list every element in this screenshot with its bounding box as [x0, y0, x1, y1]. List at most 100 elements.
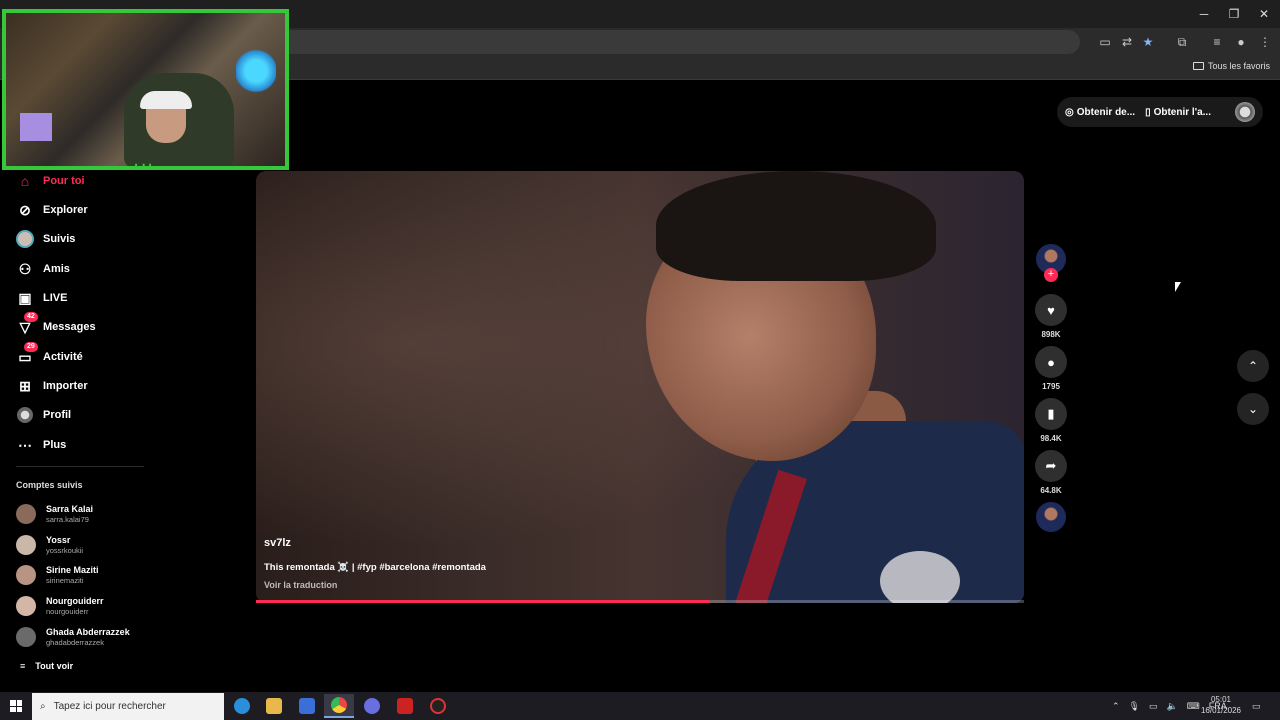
follow-plus-icon[interactable]: +	[1044, 268, 1058, 282]
taskbar-edge[interactable]	[227, 694, 257, 718]
following-avatar-icon	[16, 230, 34, 248]
compass-icon: ⊘	[19, 201, 31, 218]
search-icon: ⌕	[40, 701, 46, 712]
translate-icon[interactable]: ⇄	[1118, 33, 1136, 51]
nav-more[interactable]: ⋯ Plus	[16, 434, 66, 456]
bookmark-star-icon[interactable]: ★	[1139, 33, 1157, 51]
account-name: Ghada Abderrazzek	[46, 627, 130, 637]
notification-button[interactable]: ▭	[1252, 692, 1261, 720]
video-author[interactable]: sv7lz	[264, 537, 291, 549]
following-account[interactable]: Nourgouiderr nourgouiderr	[16, 594, 104, 618]
get-coins-label: Obtenir de...	[1076, 106, 1136, 118]
comment-button[interactable]: ●	[1035, 346, 1067, 378]
nav-messages[interactable]: ▽ 42 Messages	[16, 312, 96, 338]
save-count: 98.4K	[1040, 434, 1062, 443]
windows-logo-icon	[10, 700, 22, 712]
folder-icon	[1192, 62, 1204, 70]
previous-video-button[interactable]: ⌃	[1237, 350, 1269, 382]
messages-badge: 42	[24, 312, 38, 322]
activity-badge: 29	[24, 342, 38, 352]
comment-icon: ●	[1047, 354, 1055, 370]
cast-icon[interactable]: ▭	[1096, 33, 1114, 51]
next-video-button[interactable]: ⌄	[1237, 393, 1269, 425]
taskbar-chrome[interactable]	[324, 694, 354, 718]
nav-label: Importer	[43, 380, 88, 392]
nav-following[interactable]: Suivis	[16, 228, 75, 250]
nav-divider	[16, 466, 144, 467]
chrome-icon	[331, 697, 347, 713]
live-icon: ▣	[18, 289, 32, 306]
taskbar-app-record[interactable]	[423, 694, 453, 718]
taskbar-store[interactable]	[292, 694, 322, 718]
user-avatar[interactable]	[1235, 102, 1255, 122]
following-account[interactable]: Yossr yossrkoukii	[16, 533, 83, 557]
taskbar-search[interactable]: ⌕ Tapez ici pour rechercher	[32, 693, 224, 720]
translate-link[interactable]: Voir la traduction	[264, 580, 337, 590]
nav-activity[interactable]: ▭ 29 Activité	[16, 342, 83, 368]
account-username: ghadabderrazzek	[46, 638, 104, 647]
account-username: sarra.kalai79	[46, 515, 89, 524]
volume-icon[interactable]: 🔈	[1167, 701, 1178, 712]
following-account[interactable]: Sarra Kalai sarra.kalai79	[16, 502, 93, 526]
nav-label: Activité	[43, 351, 83, 363]
save-button[interactable]: ▮	[1035, 398, 1067, 430]
more-icon: ⋯	[18, 436, 32, 453]
video-progress-bar[interactable]	[256, 600, 1024, 603]
address-bar[interactable]	[150, 30, 1080, 54]
get-app-label: Obtenir l'a...	[1153, 106, 1211, 118]
webcam-cap	[140, 91, 192, 109]
taskbar-clock[interactable]: 05:01 16/01/2026	[1198, 694, 1244, 716]
nav-friends[interactable]: ⚇ Amis	[16, 258, 70, 280]
share-count: 64.8K	[1040, 486, 1062, 495]
app-icon	[397, 698, 413, 714]
taskbar-app-red[interactable]	[390, 694, 420, 718]
clock-time: 05:01	[1210, 695, 1232, 704]
taskbar-explorer[interactable]	[259, 694, 289, 718]
close-button[interactable]: ✕	[1241, 0, 1280, 28]
following-account[interactable]: Ghada Abderrazzek ghadabderrazzek	[16, 625, 130, 649]
avatar	[16, 565, 36, 585]
get-coins-button[interactable]: ◎ Obtenir de...	[1065, 107, 1135, 118]
nav-label: Amis	[43, 263, 70, 275]
chevron-up-icon: ⌃	[1247, 359, 1259, 373]
microphone-icon[interactable]: 🎙	[1129, 701, 1140, 712]
nav-label: Explorer	[43, 204, 88, 216]
video-hair	[656, 171, 936, 281]
webcam-monitor	[20, 113, 52, 141]
all-bookmarks-button[interactable]: Tous les favoris	[1192, 61, 1270, 71]
following-account[interactable]: Sirine Maziti sirinemaziti	[16, 563, 99, 587]
like-button[interactable]: ♥	[1035, 294, 1067, 326]
comment-count: 1795	[1042, 382, 1060, 391]
webcam-logo: ᒪᑌ	[134, 161, 153, 170]
nav-live[interactable]: ▣ LIVE	[16, 287, 67, 309]
music-disc[interactable]	[1036, 502, 1066, 532]
menu-dots-icon[interactable]: ⋮	[1256, 33, 1274, 51]
all-bookmarks-label: Tous les favoris	[1207, 61, 1270, 71]
folder-icon	[266, 698, 282, 714]
nav-explore[interactable]: ⊘ Explorer	[16, 199, 88, 221]
share-button[interactable]: ➦	[1035, 450, 1067, 482]
see-all-button[interactable]: ≡ Tout voir	[20, 661, 73, 671]
get-app-button[interactable]: ▯ Obtenir l'a...	[1145, 107, 1211, 118]
media-control-icon[interactable]: ≡	[1208, 33, 1226, 51]
nav-for-you[interactable]: ⌂ Pour toi	[16, 170, 85, 192]
nav-label: Messages	[43, 321, 96, 333]
avatar	[16, 535, 36, 555]
start-button[interactable]	[0, 692, 32, 720]
see-all-label: Tout voir	[35, 661, 74, 671]
chevron-up-icon[interactable]: ⌃	[1112, 701, 1120, 712]
mouse-cursor	[1175, 282, 1181, 292]
network-icon[interactable]: ▭	[1149, 701, 1158, 712]
avatar	[16, 627, 36, 647]
taskbar-discord[interactable]	[357, 694, 387, 718]
profile-avatar-icon[interactable]: ●	[1232, 33, 1250, 51]
nav-profile[interactable]: Profil	[16, 404, 71, 426]
nav-label: Plus	[43, 439, 67, 451]
list-icon: ≡	[20, 661, 26, 671]
video-player[interactable]	[256, 171, 1024, 603]
phone-icon: ▯	[1145, 106, 1151, 118]
extensions-icon[interactable]: ⧉	[1173, 33, 1191, 51]
nav-upload[interactable]: ⊞ Importer	[16, 375, 88, 397]
friends-icon: ⚇	[18, 260, 32, 277]
edge-icon	[234, 698, 250, 714]
